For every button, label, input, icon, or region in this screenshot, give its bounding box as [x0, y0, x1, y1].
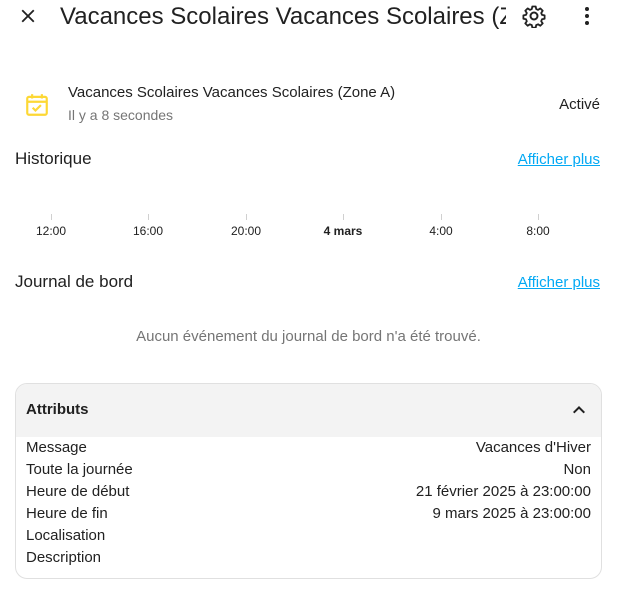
tick-mark	[343, 214, 344, 220]
attribute-row: Message Vacances d'Hiver	[26, 437, 591, 459]
attribute-row: Toute la journée Non	[26, 459, 591, 481]
attributes-title: Attributs	[26, 401, 89, 418]
history-title: Historique	[15, 149, 92, 168]
entity-last-changed: Il y a 8 secondes	[68, 107, 174, 123]
logbook-empty-message: Aucun événement du journal de bord n'a é…	[136, 328, 481, 345]
more-vertical-icon	[585, 7, 589, 25]
collapse-button[interactable]	[567, 398, 591, 422]
attribute-key: Toute la journée	[26, 461, 133, 478]
tick-mark	[51, 214, 52, 220]
tick-mark	[246, 214, 247, 220]
close-button[interactable]	[12, 0, 44, 32]
tick-label: 8:00	[526, 224, 550, 238]
attributes-card: Attributs Message Vacances d'Hiver Toute…	[15, 383, 602, 579]
tick-label: 20:00	[230, 224, 262, 238]
attribute-row: Description	[26, 547, 591, 569]
gear-icon	[522, 5, 546, 28]
tick-label: 4 mars	[323, 224, 363, 238]
attribute-row: Localisation	[26, 525, 591, 547]
attribute-value: Vacances d'Hiver	[475, 439, 591, 456]
attribute-row: Heure de début 21 février 2025 à 23:00:0…	[26, 481, 591, 503]
more-options-button[interactable]	[571, 0, 603, 32]
tick-label: 4:00	[429, 224, 453, 238]
history-show-more-link[interactable]: Afficher plus	[518, 151, 600, 168]
tick-mark	[538, 214, 539, 220]
logbook-show-more-link[interactable]: Afficher plus	[518, 274, 600, 291]
close-icon	[21, 9, 35, 23]
attribute-row: Heure de fin 9 mars 2025 à 23:00:00	[26, 503, 591, 525]
tick-mark	[441, 214, 442, 220]
tick-label: 16:00	[132, 224, 164, 238]
attribute-key: Localisation	[26, 527, 106, 544]
tick-label: 12:00	[35, 224, 67, 238]
tick-mark	[148, 214, 149, 220]
attribute-key: Heure de fin	[26, 505, 108, 522]
attribute-value: Non	[563, 461, 591, 478]
entity-name: Vacances Scolaires Vacances Scolaires (Z…	[68, 84, 396, 101]
attribute-value: 21 février 2025 à 23:00:00	[415, 483, 591, 500]
calendar-check-icon	[26, 94, 48, 116]
settings-button[interactable]	[518, 0, 550, 32]
dialog-title: Vacances Scolaires Vacances Scolaires (Z…	[60, 3, 506, 30]
chevron-up-icon	[573, 406, 585, 414]
attributes-header[interactable]: Attributs	[16, 384, 601, 437]
attribute-key: Heure de début	[26, 483, 130, 500]
entity-state: Activé	[559, 96, 600, 113]
entity-icon	[24, 92, 50, 118]
attribute-value: 9 mars 2025 à 23:00:00	[432, 505, 591, 522]
logbook-title: Journal de bord	[15, 272, 134, 291]
attribute-key: Message	[26, 439, 87, 456]
attribute-key: Description	[26, 549, 102, 566]
